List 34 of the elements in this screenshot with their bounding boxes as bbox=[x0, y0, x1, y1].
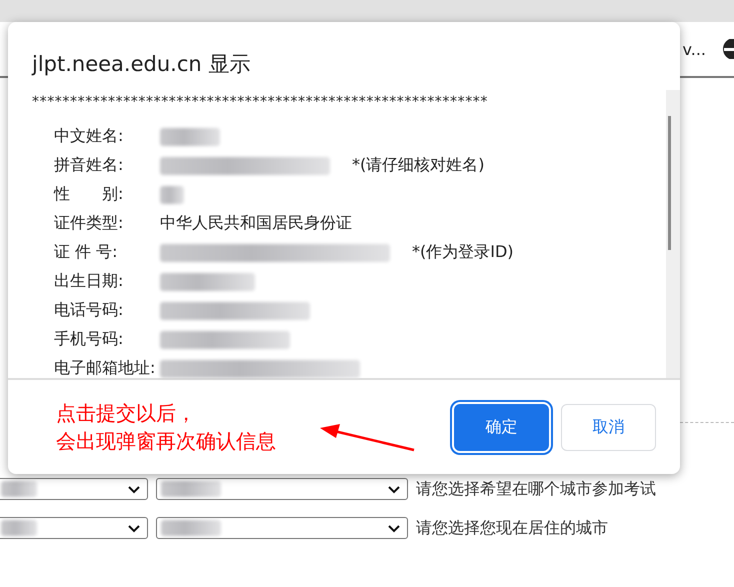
chevron-icon bbox=[127, 524, 141, 532]
chevron-icon bbox=[127, 484, 141, 494]
redacted-value bbox=[1, 520, 37, 536]
annotation-text: 点击提交以后， 会出现弹窗再次确认信息 bbox=[56, 400, 276, 455]
tab-title[interactable]: v... bbox=[682, 40, 706, 58]
field-label: 出生日期: bbox=[53, 271, 124, 292]
field-label: 性 别: bbox=[52, 184, 124, 205]
select-dropdown[interactable] bbox=[156, 478, 408, 500]
field-label: 电话号码: bbox=[53, 300, 124, 321]
chevron-icon bbox=[387, 484, 401, 494]
redacted-value bbox=[1, 481, 37, 497]
field-note: *(请仔细核对姓名) bbox=[352, 155, 484, 176]
field-label: 电子邮箱地址: bbox=[53, 358, 156, 379]
field-label: 证 件 号: bbox=[53, 242, 119, 263]
field-value: 中华人民共和国居民身份证 bbox=[160, 213, 352, 234]
redacted-value bbox=[161, 520, 221, 536]
field-label: 证件类型: bbox=[53, 213, 124, 234]
confirm-button[interactable]: 确定 bbox=[454, 404, 549, 450]
select-dropdown[interactable] bbox=[0, 517, 148, 539]
chevron-icon bbox=[387, 524, 401, 532]
redacted-value bbox=[161, 481, 221, 497]
separator-text: ************************************************************ bbox=[32, 94, 489, 112]
field-label: 手机号码: bbox=[53, 329, 124, 350]
cancel-button[interactable]: 取消 bbox=[561, 404, 656, 450]
scrollbar[interactable] bbox=[666, 90, 680, 378]
select-hint: 请您选择希望在哪个城市参加考试 bbox=[416, 478, 656, 500]
profile-icon[interactable] bbox=[720, 39, 734, 59]
field-label: 中文姓名: bbox=[53, 126, 124, 147]
field-note: *(作为登录ID) bbox=[412, 242, 514, 263]
field-label: 拼音姓名: bbox=[53, 155, 124, 176]
select-hint: 请您选择您现在居住的城市 bbox=[416, 518, 608, 538]
dialog-title: jlpt.neea.edu.cn 显示 bbox=[30, 51, 252, 78]
select-dropdown[interactable] bbox=[156, 517, 408, 539]
select-dropdown[interactable] bbox=[0, 478, 148, 500]
